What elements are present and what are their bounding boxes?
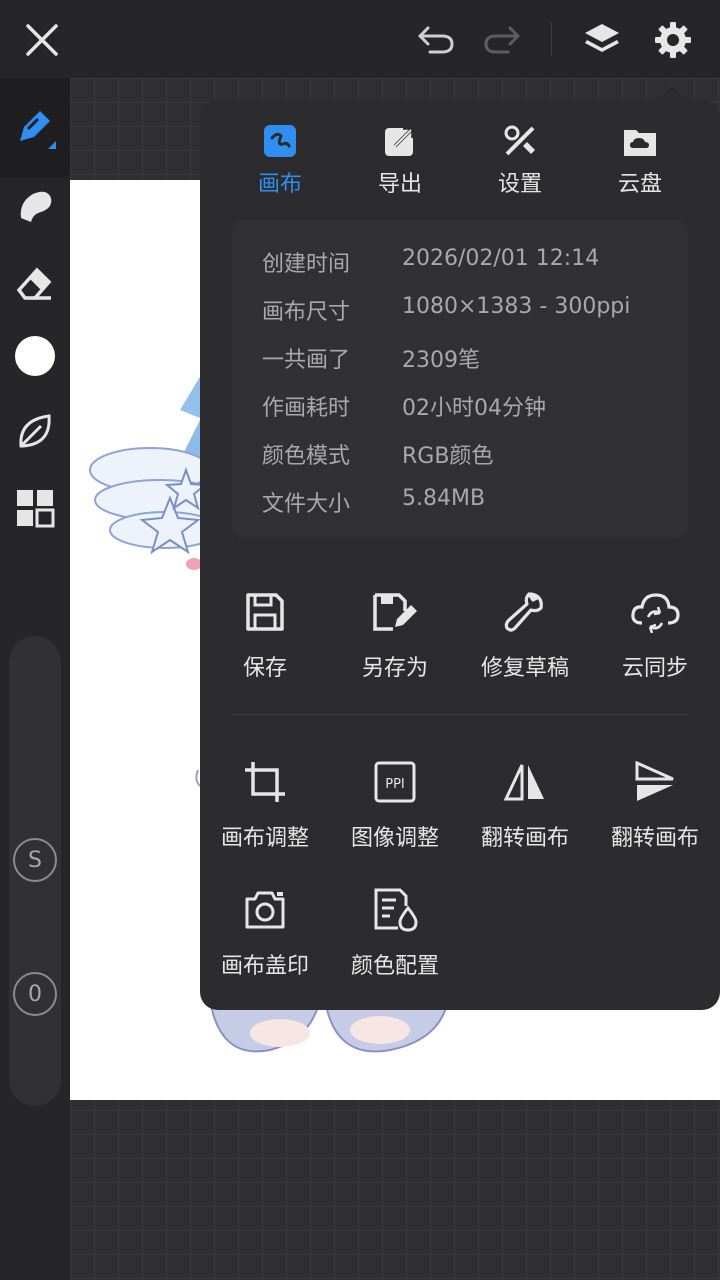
ppi-icon: PPI bbox=[367, 758, 423, 806]
info-value: RGB颜色 bbox=[402, 444, 494, 469]
toolbar-divider bbox=[551, 22, 552, 56]
info-key: 作画耗时 bbox=[262, 396, 351, 421]
svg-text:PPI: PPI bbox=[385, 777, 405, 792]
tab-label: 画布 bbox=[257, 172, 302, 197]
panel-tabs: 画布 导出 设置 云盘 bbox=[200, 122, 720, 202]
tab-cloud-drive[interactable]: 云盘 bbox=[580, 122, 700, 202]
info-key: 创建时间 bbox=[262, 252, 351, 277]
info-row-time: 作画耗时 02小时04分钟 bbox=[262, 390, 682, 421]
info-value: 02小时04分钟 bbox=[402, 396, 546, 421]
close-icon[interactable] bbox=[16, 14, 68, 66]
undo-icon[interactable] bbox=[410, 14, 462, 66]
save-as-icon bbox=[367, 588, 423, 636]
cloud-sync-button[interactable]: 云同步 bbox=[590, 588, 720, 698]
canvas-tab-icon bbox=[263, 122, 297, 160]
brush-size-badge[interactable]: S bbox=[13, 838, 57, 882]
action-label: 云同步 bbox=[621, 656, 688, 681]
settings-tab-icon bbox=[503, 122, 537, 160]
layers-icon[interactable] bbox=[576, 14, 628, 66]
action-label: 修复草稿 bbox=[480, 656, 569, 681]
action-label: 画布盖印 bbox=[220, 954, 309, 979]
repair-draft-icon bbox=[497, 588, 553, 636]
cloud-drive-tab-icon bbox=[622, 122, 658, 160]
leaf-brush-icon[interactable] bbox=[7, 404, 63, 460]
action-label: 颜色配置 bbox=[350, 954, 439, 979]
info-key: 一共画了 bbox=[262, 348, 351, 373]
action-label: 图像调整 bbox=[350, 826, 439, 851]
image-adjust-button[interactable]: PPI 图像调整 bbox=[330, 758, 460, 868]
save-icon bbox=[237, 588, 293, 636]
flip-horizontal-icon bbox=[497, 758, 553, 806]
tab-label: 导出 bbox=[377, 172, 422, 197]
color-profile-icon bbox=[367, 886, 423, 934]
info-row-color-mode: 颜色模式 RGB颜色 bbox=[262, 438, 682, 469]
action-label: 保存 bbox=[242, 656, 287, 681]
cloud-sync-icon bbox=[627, 588, 683, 636]
section-divider bbox=[232, 714, 688, 715]
info-row-size: 画布尺寸 1080×1383 - 300ppi bbox=[262, 294, 682, 325]
brush-opacity-badge[interactable]: 0 bbox=[13, 972, 57, 1016]
tab-label: 设置 bbox=[497, 172, 542, 197]
info-key: 文件大小 bbox=[262, 492, 351, 517]
info-row-strokes: 一共画了 2309笔 bbox=[262, 342, 682, 373]
action-label: 翻转画布 bbox=[480, 826, 569, 851]
action-label: 另存为 bbox=[361, 656, 428, 681]
color-swatch[interactable] bbox=[7, 328, 63, 384]
flip-vertical-icon bbox=[627, 758, 683, 806]
flip-horizontal-button[interactable]: 翻转画布 bbox=[460, 758, 590, 868]
export-tab-icon bbox=[383, 122, 417, 160]
camera-icon bbox=[237, 886, 293, 934]
top-bar bbox=[0, 0, 720, 78]
brush-tool-icon[interactable] bbox=[0, 78, 70, 178]
tab-label: 云盘 bbox=[617, 172, 662, 197]
tab-settings[interactable]: 设置 bbox=[460, 122, 580, 202]
info-key: 画布尺寸 bbox=[262, 300, 351, 325]
save-button[interactable]: 保存 bbox=[200, 588, 330, 698]
settings-icon[interactable] bbox=[647, 14, 699, 66]
action-label: 翻转画布 bbox=[610, 826, 699, 851]
save-as-button[interactable]: 另存为 bbox=[330, 588, 460, 698]
canvas-adjust-button[interactable]: 画布调整 bbox=[200, 758, 330, 868]
canvas-menu-panel: 画布 导出 设置 云盘 创建时间 2026/02/01 12:14 画布尺寸 108… bbox=[200, 100, 720, 1010]
redo-icon[interactable] bbox=[476, 14, 528, 66]
info-value: 2309笔 bbox=[402, 348, 480, 373]
action-label: 画布调整 bbox=[220, 826, 309, 851]
panel-pointer bbox=[658, 86, 686, 100]
info-value: 5.84MB bbox=[402, 486, 486, 511]
info-row-file-size: 文件大小 5.84MB bbox=[262, 486, 682, 517]
grid-panel-icon[interactable] bbox=[7, 480, 63, 536]
info-key: 颜色模式 bbox=[262, 444, 351, 469]
flip-vertical-button[interactable]: 翻转画布 bbox=[590, 758, 720, 868]
tab-canvas[interactable]: 画布 bbox=[220, 122, 340, 202]
canvas-info-card: 创建时间 2026/02/01 12:14 画布尺寸 1080×1383 - 300… bbox=[232, 220, 688, 538]
smudge-tool-icon[interactable] bbox=[7, 178, 63, 234]
info-value: 2026/02/01 12:14 bbox=[402, 246, 600, 271]
canvas-stamp-button[interactable]: 画布盖印 bbox=[200, 886, 330, 996]
eraser-tool-icon[interactable] bbox=[7, 254, 63, 310]
info-value: 1080×1383 - 300ppi bbox=[402, 294, 631, 319]
color-profile-button[interactable]: 颜色配置 bbox=[330, 886, 460, 996]
repair-draft-button[interactable]: 修复草稿 bbox=[460, 588, 590, 698]
tab-export[interactable]: 导出 bbox=[340, 122, 460, 202]
info-row-created: 创建时间 2026/02/01 12:14 bbox=[262, 246, 682, 277]
crop-icon bbox=[237, 758, 293, 806]
